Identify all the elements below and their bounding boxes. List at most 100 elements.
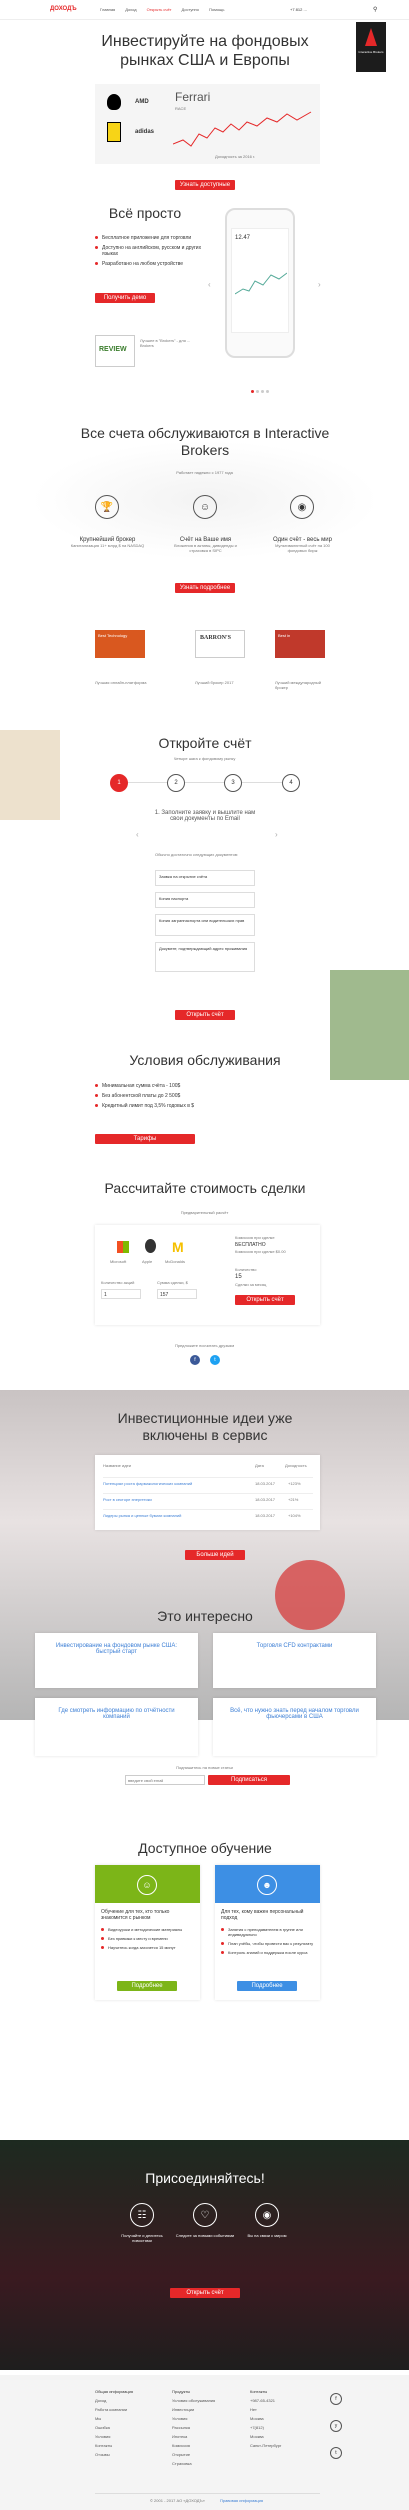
footer-link[interactable]: Условия обслуживания xyxy=(172,2396,215,2405)
join-item-label: Вы на связи с миром xyxy=(247,2233,287,2238)
phone-mockup: 12.47 xyxy=(225,208,295,358)
logo[interactable]: ДОХОДЪ xyxy=(50,6,77,12)
sum-input[interactable]: 157 xyxy=(157,1289,197,1299)
search-icon[interactable]: ⚲ xyxy=(373,6,377,13)
article-title[interactable]: Инвестирование на фондовом рынке США: бы… xyxy=(45,1643,188,1655)
article-card[interactable]: Торговля CFD контрактами xyxy=(213,1633,376,1688)
edu-card-title: Для тех, кому важен персональный подход xyxy=(221,1909,304,1921)
article-title[interactable]: Где смотреть информацию по отчётности ко… xyxy=(45,1708,188,1720)
footer-link[interactable]: Ошибка xyxy=(95,2423,133,2432)
terms-title: Условия обслуживания xyxy=(129,1052,281,1068)
article-title[interactable]: Всё, что нужно знать перед началом торго… xyxy=(223,1708,366,1720)
doc-item: Документ, подтверждающий адрес проживани… xyxy=(155,942,255,972)
article-title[interactable]: Торговля CFD контрактами xyxy=(223,1643,366,1649)
footer-heading: Продукты xyxy=(172,2389,191,2394)
calc-open-button[interactable]: Открыть счёт xyxy=(235,1295,295,1305)
footer-link[interactable]: Нет xyxy=(250,2405,281,2414)
subscribe-button[interactable]: Подписаться xyxy=(208,1775,290,1785)
idea-date: 18.03.2017 xyxy=(255,1497,276,1502)
footer-link[interactable]: Доход xyxy=(95,2396,133,2405)
doc-item: Копия паспорта xyxy=(155,892,255,908)
sum-label: Сумма сделки, $ xyxy=(157,1280,188,1285)
review-text: Лучшее в "Brokers" - для ... Brokers xyxy=(140,338,191,348)
footer-link[interactable]: Мы xyxy=(95,2414,133,2423)
facebook-icon[interactable]: f xyxy=(330,2393,342,2405)
twitter-icon[interactable]: t xyxy=(210,1355,220,1365)
footer-link[interactable]: Инвестиции xyxy=(172,2405,215,2414)
more-ideas-button[interactable]: Больше идей xyxy=(185,1550,245,1560)
tariffs-button[interactable]: Тарифы xyxy=(95,1134,195,1144)
youtube-icon[interactable]: y xyxy=(330,2420,342,2432)
footer-heading: Общая информация xyxy=(95,2389,134,2394)
demo-button[interactable]: Получить демо xyxy=(95,293,155,303)
ib-more-button[interactable]: Узнать подробнее xyxy=(175,583,235,593)
table-row[interactable]: Рост в секторе энергетики 18.03.2017 +21… xyxy=(103,1493,313,1502)
step-4[interactable]: 4 xyxy=(282,774,300,792)
footer-link[interactable]: Контакты xyxy=(95,2441,133,2450)
nav-item[interactable]: Доход xyxy=(125,7,136,12)
list-item: Видеоуроки и методические материалы xyxy=(101,1927,196,1932)
article-card[interactable]: Инвестирование на фондовом рынке США: бы… xyxy=(35,1633,198,1688)
award-text: Лучший брокер 2017 xyxy=(195,680,234,685)
qty-label: Количество акций xyxy=(101,1280,135,1285)
footer-link[interactable]: Комиссия xyxy=(172,2441,215,2450)
footer-link[interactable]: Москва xyxy=(250,2432,281,2441)
footer-col: Продукты Условия обслуживания Инвестиции… xyxy=(172,2387,215,2468)
footer-link[interactable]: Москва xyxy=(250,2414,281,2423)
qty-input[interactable]: 1 xyxy=(101,1289,141,1299)
twitter-icon[interactable]: t xyxy=(330,2447,342,2459)
list-item: План учёбы, чтобы провести вас к результ… xyxy=(221,1941,316,1946)
footer-link[interactable]: Рассылка xyxy=(172,2423,215,2432)
nav-item[interactable]: Открыть счёт xyxy=(147,7,172,12)
ib-title: Все счета обслуживаются в Interactive Br… xyxy=(80,425,330,458)
nav-item[interactable]: Помощь xyxy=(209,7,224,12)
legal-link[interactable]: Правовая информация xyxy=(220,2498,263,2503)
mcdonalds-icon[interactable]: M xyxy=(172,1239,184,1255)
footer-link[interactable]: +987-65-4321 xyxy=(250,2396,281,2405)
apple-icon[interactable] xyxy=(145,1239,156,1253)
steps-line xyxy=(120,782,295,783)
edu-list: Занятия с преподавателем в группе или ин… xyxy=(221,1927,316,1959)
docs-label: Обычно достаточно следующих документов: xyxy=(155,852,239,857)
next-step-icon[interactable]: › xyxy=(275,830,278,839)
footer-link[interactable]: Открытие xyxy=(172,2450,215,2459)
ib-badge[interactable]: Interactive Brokers xyxy=(356,22,386,72)
footer-link[interactable]: Страховка xyxy=(172,2459,215,2468)
world-icon: ◉ xyxy=(255,2203,279,2227)
nav-item[interactable]: Доступно xyxy=(182,7,199,12)
open-account-button[interactable]: Открыть счёт xyxy=(175,1010,235,1020)
step-3[interactable]: 3 xyxy=(224,774,242,792)
footer-link[interactable]: Отзывы xyxy=(95,2450,133,2459)
footer-link[interactable]: Условия xyxy=(172,2414,215,2423)
carousel-next-icon[interactable]: › xyxy=(318,280,321,289)
idea-name[interactable]: Потенциал роста фармакологических компан… xyxy=(103,1481,192,1486)
article-card[interactable]: Где смотреть информацию по отчётности ко… xyxy=(35,1698,198,1756)
table-row[interactable]: Лидеры рынка и ценные бумаги компаний 18… xyxy=(103,1509,313,1518)
fee-value: БЕСПЛАТНО xyxy=(235,1242,266,1248)
terms-list: Минимальная сумма счёта - 100$ Без абоне… xyxy=(95,1083,295,1113)
footer-link[interactable]: Условия xyxy=(95,2432,133,2441)
open-title: Откройте счёт xyxy=(158,735,252,751)
hero-cta-button[interactable]: Узнать доступные xyxy=(175,180,235,190)
award-text: Лучший международный брокер xyxy=(275,680,321,690)
carousel-prev-icon[interactable]: ‹ xyxy=(208,280,211,289)
facebook-icon[interactable]: f xyxy=(190,1355,200,1365)
footer-link[interactable]: +7(812) xyxy=(250,2423,281,2432)
table-row[interactable]: Потенциал роста фармакологических компан… xyxy=(103,1477,313,1486)
footer-link[interactable]: Ипотека xyxy=(172,2432,215,2441)
prev-step-icon[interactable]: ‹ xyxy=(136,830,139,839)
step-1[interactable]: 1 xyxy=(110,774,128,792)
join-open-button[interactable]: Открыть счёт xyxy=(170,2288,240,2298)
step-title: 1. Заполните заявку и вышлите нам свои д… xyxy=(154,810,256,822)
article-card[interactable]: Всё, что нужно знать перед началом торго… xyxy=(213,1698,376,1756)
subscribe-email-input[interactable] xyxy=(125,1775,205,1785)
idea-name[interactable]: Лидеры рынка и ценные бумаги компаний xyxy=(103,1513,181,1518)
idea-name[interactable]: Рост в секторе энергетики xyxy=(103,1497,152,1502)
footer-link[interactable]: Санкт-Петербург xyxy=(250,2441,281,2450)
footer-link[interactable]: Работа компании xyxy=(95,2405,133,2414)
edu-more-button[interactable]: Подробнее xyxy=(237,1981,297,1991)
edu-more-button[interactable]: Подробнее xyxy=(117,1981,177,1991)
microsoft-icon[interactable] xyxy=(117,1241,129,1253)
nav-item[interactable]: Главная xyxy=(100,7,115,12)
step-2[interactable]: 2 xyxy=(167,774,185,792)
